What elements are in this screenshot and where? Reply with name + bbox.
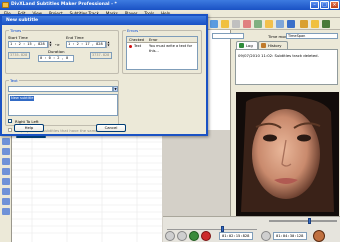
chevron-down-icon[interactable]: ▼ [113, 86, 118, 92]
error-row-message: You must write a text for this... [149, 44, 193, 53]
end-time-spinner-icon[interactable]: ▲ ▼ [106, 41, 110, 48]
record-mark-icon[interactable] [313, 230, 325, 242]
history-icon [261, 43, 266, 48]
strip-tool-2-icon[interactable] [2, 148, 10, 155]
window-title: DivXLand Subtitles Maker Professional - … [11, 2, 117, 7]
text-group-label: Text [9, 78, 19, 83]
errors-group-label: Errors [126, 28, 140, 33]
strip-tool-7-icon[interactable] [2, 198, 10, 205]
toolbar-button-6-icon[interactable] [265, 20, 273, 28]
end-time-label: End Time [66, 35, 84, 40]
apply-same-text-checkbox[interactable] [8, 128, 12, 132]
error-icon [129, 45, 132, 48]
position-track[interactable] [167, 229, 257, 230]
video-preview[interactable] [236, 92, 339, 217]
strip-tool-8-icon[interactable] [2, 208, 10, 215]
time-arrow: -> [55, 42, 60, 47]
total-time: 01:04:30:128 [273, 232, 307, 240]
video-frame-image [236, 92, 339, 217]
style-selected-item: New subtitle [10, 96, 35, 101]
toolbar-button-3-icon[interactable] [232, 20, 240, 28]
current-time: 01:02:15:828 [219, 232, 253, 240]
app-icon [2, 2, 9, 8]
strip-tool-6-icon[interactable] [2, 188, 10, 195]
duration-label: Duration [48, 49, 65, 54]
log-icon [239, 43, 244, 48]
toolbar-button-4-icon[interactable] [243, 20, 251, 28]
toolbar-button-2-icon[interactable] [221, 20, 229, 28]
tab-history[interactable]: History [258, 41, 288, 49]
subtitle-text-input[interactable]: New subtitle [8, 94, 118, 116]
start-frame-field: 3735.828 [8, 52, 30, 59]
dialog-title: New subtitle [2, 16, 206, 25]
start-time-field[interactable]: 1 : 2 : 15 , 828 [8, 41, 48, 48]
time-mode-select[interactable]: TimeSpan [286, 33, 338, 39]
toolbar-button-5-icon[interactable] [254, 20, 262, 28]
end-time-field[interactable]: 1 : 2 : 17 , 828 [66, 41, 106, 48]
log-entry: 09/07/2010 11:02: Subtitles track delete… [238, 53, 319, 58]
errors-list[interactable]: Checked Error Text You must write a text… [126, 36, 198, 70]
stop-icon[interactable] [201, 231, 211, 241]
errors-col-error: Error [149, 38, 158, 42]
errors-col-checked: Checked [129, 38, 145, 42]
toolbar-button-10-icon[interactable] [311, 20, 319, 28]
toolbar-button-7-icon[interactable] [276, 20, 284, 28]
start-time-spinner-icon[interactable]: ▲ ▼ [48, 41, 52, 48]
play-icon[interactable] [189, 231, 199, 241]
minimize-icon[interactable]: – [310, 1, 319, 9]
rewind-icon[interactable] [165, 231, 175, 241]
volume-icon[interactable] [261, 231, 271, 241]
end-frame-field: 3737.828 [90, 52, 112, 59]
toolbar-button-11-icon[interactable] [322, 20, 330, 28]
forward-icon[interactable] [177, 231, 187, 241]
dialog-spacer [16, 136, 46, 138]
duration-field[interactable]: 0 : 0 : 2 , 0 [38, 55, 74, 62]
close-icon[interactable]: × [330, 1, 339, 9]
strip-tool-3-icon[interactable] [2, 158, 10, 165]
cancel-button[interactable]: Cancel [96, 124, 126, 132]
strip-tool-5-icon[interactable] [2, 178, 10, 185]
toolbar-button-1-icon[interactable] [210, 20, 218, 28]
window-title-bar: DivXLand Subtitles Maker Professional - … [0, 0, 340, 10]
maximize-icon[interactable]: □ [320, 1, 329, 9]
error-row-checked: Text [134, 44, 142, 48]
volume-track[interactable] [269, 220, 337, 222]
volume-slider-thumb[interactable] [308, 218, 312, 224]
strip-tool-4-icon[interactable] [2, 168, 10, 175]
error-row[interactable]: Text You must write a text for this... [127, 44, 197, 53]
new-subtitle-dialog: New subtitle Times Start Time 1 : 2 : 15… [0, 14, 208, 138]
strip-tool-1-icon[interactable] [2, 138, 10, 145]
start-time-label: Start Time [8, 35, 28, 40]
help-icon[interactable] [287, 20, 295, 28]
player-controls: 01:02:15:828 01:04:30:128 [163, 216, 340, 242]
tab-log[interactable]: Log [236, 41, 258, 49]
help-button[interactable]: Help [14, 124, 44, 132]
track-combo[interactable] [212, 33, 244, 39]
text-combo[interactable] [8, 86, 113, 92]
times-group-label: Times [9, 28, 23, 33]
toolbar-button-9-icon[interactable] [300, 20, 308, 28]
log-list[interactable]: 09/07/2010 11:02: Subtitles track delete… [235, 49, 338, 85]
right-to-left-checkbox[interactable] [8, 119, 12, 123]
